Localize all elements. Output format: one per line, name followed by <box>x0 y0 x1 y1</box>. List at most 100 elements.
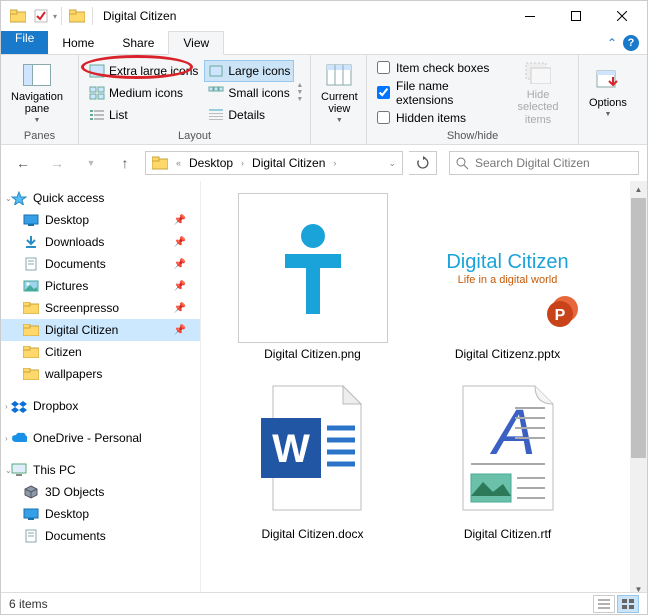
nav-3d-objects[interactable]: 3D Objects <box>1 481 200 503</box>
chevron-right-icon[interactable]: › <box>237 158 248 168</box>
downloads-icon <box>23 235 39 249</box>
documents-icon <box>23 529 39 543</box>
pc-icon <box>11 463 27 477</box>
vertical-scrollbar[interactable]: ▲ ▼ <box>630 181 647 598</box>
nav-desktop-2[interactable]: Desktop <box>1 503 200 525</box>
minimize-button[interactable] <box>507 1 553 31</box>
nav-quick-access[interactable]: ⌄ Quick access <box>1 187 200 209</box>
navigation-pane-button[interactable]: Navigation pane ▼ <box>5 59 69 127</box>
nav-digital-citizen[interactable]: Digital Citizen📌 <box>1 319 200 341</box>
group-options: Options ▼ <box>579 55 639 144</box>
layout-scroll-up-icon[interactable]: ▲ <box>296 82 303 89</box>
scroll-up-icon[interactable]: ▲ <box>630 181 647 198</box>
pin-icon: 📌 <box>174 325 186 336</box>
hide-selected-icon <box>524 59 552 87</box>
explorer-body: ⌄ Quick access Desktop📌 Downloads📌 Docum… <box>1 181 647 598</box>
file-list[interactable]: Digital Citizen.png Digital Citizen Life… <box>201 181 647 598</box>
medium-icons-icon <box>89 86 105 100</box>
scrollbar-thumb[interactable] <box>631 198 646 458</box>
chevron-right-icon[interactable]: › <box>329 158 340 168</box>
close-button[interactable] <box>599 1 645 31</box>
nav-documents[interactable]: Documents📌 <box>1 253 200 275</box>
maximize-button[interactable] <box>553 1 599 31</box>
recent-locations-button[interactable]: ▼ <box>77 149 105 177</box>
ribbon: Navigation pane ▼ Panes Extra large icon… <box>1 55 647 145</box>
file-thumbnail: W <box>238 373 388 523</box>
file-name-extensions-checkbox[interactable]: File name extensions <box>377 79 496 107</box>
nav-onedrive[interactable]: ›OneDrive - Personal <box>1 427 200 449</box>
current-view-button[interactable]: Current view ▼ <box>315 59 364 127</box>
options-button[interactable]: Options ▼ <box>583 65 633 121</box>
expand-icon[interactable]: ⌄ <box>5 466 12 475</box>
folder-icon <box>148 156 172 170</box>
large-icons-icon <box>208 64 224 78</box>
tab-view[interactable]: View <box>168 31 224 55</box>
nav-pictures[interactable]: Pictures📌 <box>1 275 200 297</box>
back-button[interactable]: ← <box>9 149 37 177</box>
layout-medium-icons[interactable]: Medium icons <box>85 82 202 104</box>
tab-home[interactable]: Home <box>48 31 108 54</box>
folder-icon <box>23 367 39 381</box>
details-view-button[interactable] <box>593 595 615 613</box>
expand-icon[interactable]: › <box>5 402 8 411</box>
layout-small-icons[interactable]: Small icons <box>204 82 294 104</box>
star-icon <box>11 191 27 205</box>
search-icon <box>456 157 469 170</box>
window-title: Digital Citizen <box>97 9 176 23</box>
file-item[interactable]: W Digital Citizen.docx <box>225 373 400 541</box>
file-item[interactable]: A Digital Citizen.rtf <box>420 373 595 541</box>
expand-icon[interactable]: › <box>5 434 8 443</box>
nav-wallpapers[interactable]: wallpapers <box>1 363 200 385</box>
search-input[interactable]: Search Digital Citizen <box>449 151 639 175</box>
nav-desktop[interactable]: Desktop📌 <box>1 209 200 231</box>
history-dropdown-icon[interactable]: ⌄ <box>388 158 400 169</box>
nav-downloads[interactable]: Downloads📌 <box>1 231 200 253</box>
item-check-boxes-checkbox[interactable]: Item check boxes <box>377 61 496 75</box>
chevron-icon[interactable]: « <box>172 158 185 168</box>
layout-details[interactable]: Details <box>204 104 294 126</box>
large-icons-view-button[interactable] <box>617 595 639 613</box>
layout-list[interactable]: List <box>85 104 202 126</box>
desktop-icon <box>23 507 39 521</box>
nav-documents-2[interactable]: Documents <box>1 525 200 547</box>
layout-more-icon[interactable]: ▼ <box>296 96 303 103</box>
group-current-view: Current view ▼ <box>311 55 367 144</box>
nav-citizen[interactable]: Citizen <box>1 341 200 363</box>
tab-share[interactable]: Share <box>108 31 168 54</box>
file-thumbnail <box>238 193 388 343</box>
folder-icon <box>23 301 39 315</box>
group-layout: Extra large icons Large icons Medium ico… <box>79 55 311 144</box>
nav-this-pc[interactable]: ⌄This PC <box>1 459 200 481</box>
forward-button[interactable]: → <box>43 149 71 177</box>
refresh-button[interactable] <box>409 151 437 175</box>
properties-icon[interactable] <box>30 5 52 27</box>
hidden-items-checkbox[interactable]: Hidden items <box>377 111 496 125</box>
breadcrumb[interactable]: « Desktop › Digital Citizen › ⌄ <box>145 151 403 175</box>
layout-extra-large-icons[interactable]: Extra large icons <box>85 60 202 82</box>
layout-large-icons[interactable]: Large icons <box>204 60 294 82</box>
breadcrumb-digital-citizen[interactable]: Digital Citizen <box>248 156 329 170</box>
navigation-pane-icon <box>23 61 51 89</box>
powerpoint-icon: P <box>545 295 579 329</box>
documents-icon <box>23 257 39 271</box>
layout-scroll-down-icon[interactable]: ▼ <box>296 89 303 96</box>
folder-icon-2 <box>66 5 88 27</box>
navigation-pane[interactable]: ⌄ Quick access Desktop📌 Downloads📌 Docum… <box>1 181 201 598</box>
tab-file[interactable]: File <box>1 31 48 54</box>
window-controls <box>507 1 645 31</box>
up-button[interactable]: ↑ <box>111 149 139 177</box>
file-item[interactable]: Digital Citizen.png <box>225 193 400 361</box>
group-show-hide: Item check boxes File name extensions Hi… <box>367 55 579 144</box>
expand-icon[interactable]: ⌄ <box>5 194 12 203</box>
group-panes: Navigation pane ▼ Panes <box>1 55 79 144</box>
nav-screenpresso[interactable]: Screenpresso📌 <box>1 297 200 319</box>
small-icons-icon <box>208 86 224 100</box>
collapse-ribbon-icon[interactable]: ⌃ <box>607 36 617 50</box>
help-icon[interactable]: ? <box>623 35 639 51</box>
folder-icon[interactable] <box>7 5 29 27</box>
breadcrumb-desktop[interactable]: Desktop <box>185 156 237 170</box>
extra-large-icons-icon <box>89 64 105 78</box>
file-item[interactable]: Digital Citizen Life in a digital world … <box>420 193 595 361</box>
nav-dropbox[interactable]: ›Dropbox <box>1 395 200 417</box>
pin-icon: 📌 <box>174 303 186 314</box>
